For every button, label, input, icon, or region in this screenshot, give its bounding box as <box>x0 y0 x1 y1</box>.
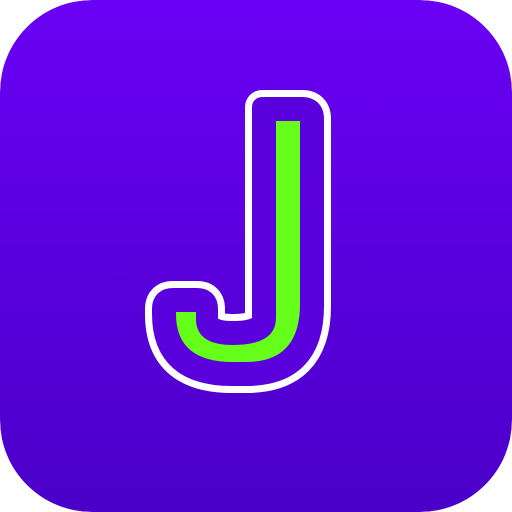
app-icon-graphic <box>0 0 512 512</box>
app-icon <box>0 0 512 512</box>
